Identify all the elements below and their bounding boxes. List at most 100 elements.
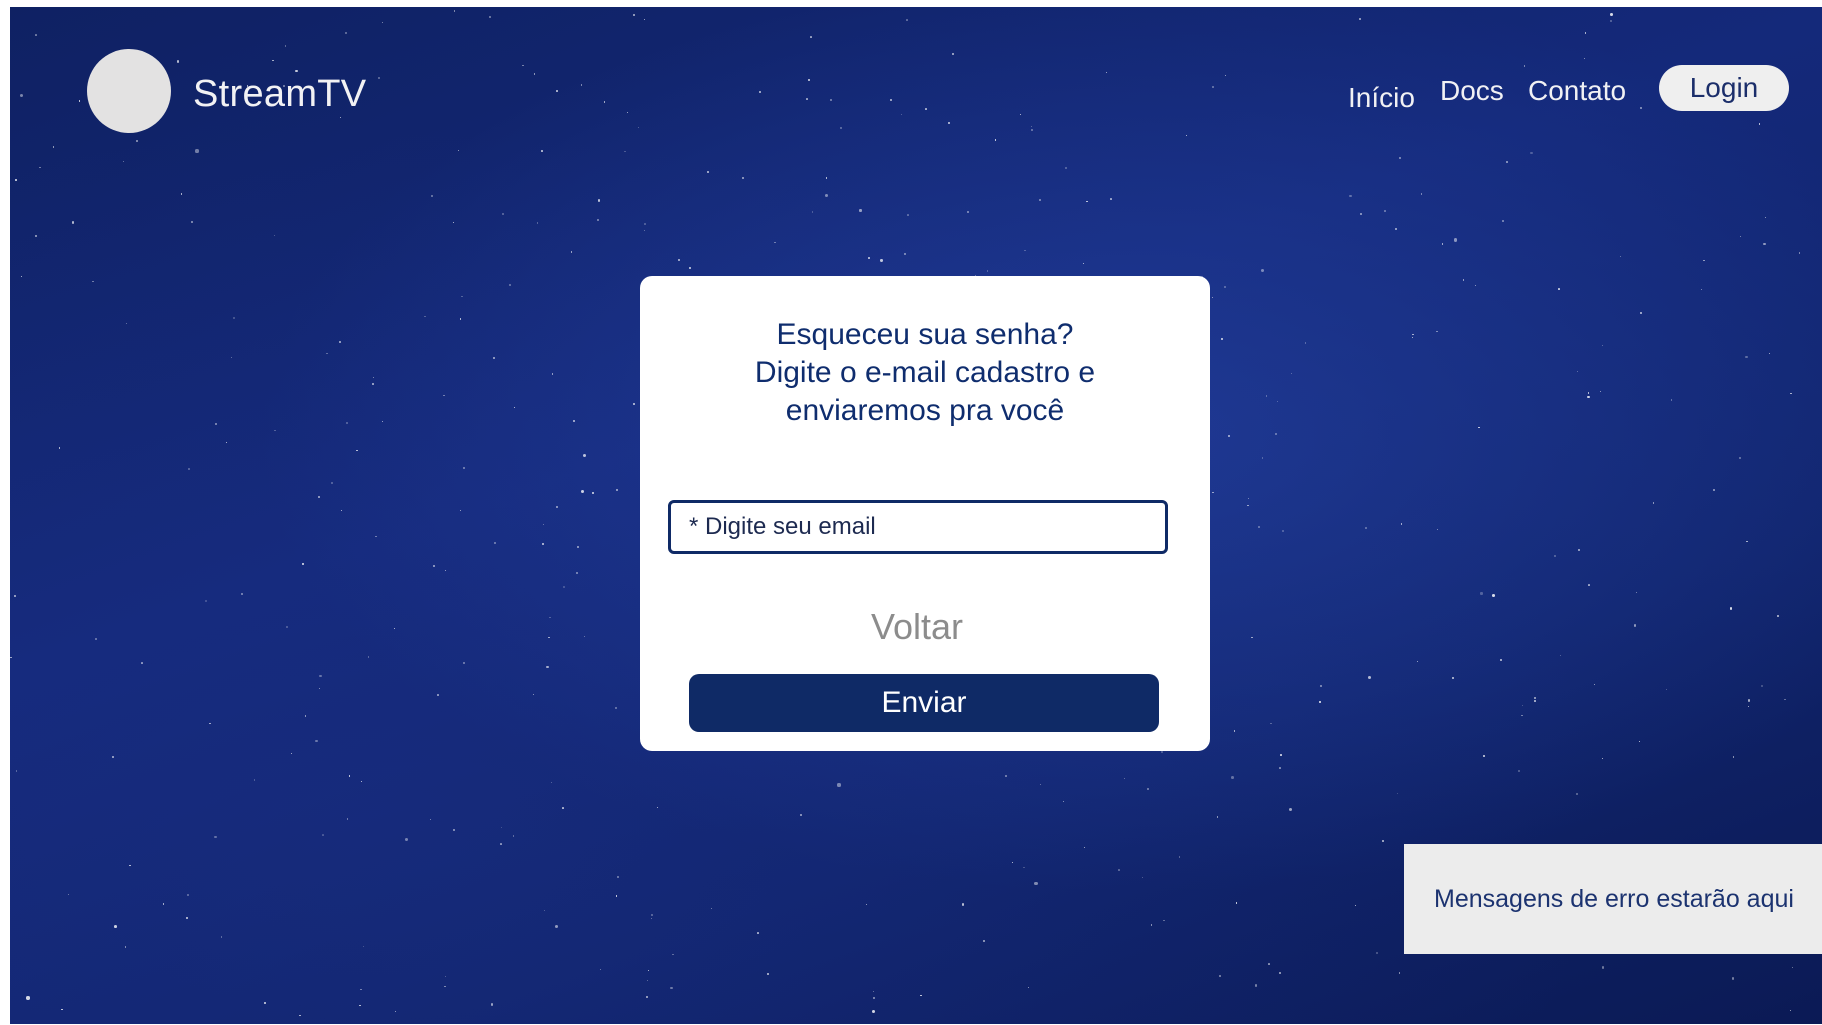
star	[214, 835, 218, 839]
star	[453, 221, 455, 223]
star	[646, 996, 649, 999]
star	[1602, 345, 1604, 347]
star	[1265, 395, 1268, 398]
star	[1398, 156, 1401, 159]
star	[92, 280, 94, 283]
star	[859, 209, 862, 212]
star	[1123, 777, 1126, 780]
star	[597, 199, 601, 202]
star	[689, 267, 692, 270]
star	[1412, 336, 1414, 339]
star	[920, 995, 922, 997]
star	[214, 423, 218, 426]
star	[1520, 714, 1523, 717]
star	[362, 946, 365, 948]
star	[225, 441, 228, 443]
star	[551, 373, 554, 375]
star	[494, 541, 497, 544]
heading-line-1: Esqueceu sua senha?	[776, 318, 1074, 351]
star	[1212, 86, 1214, 88]
star	[176, 60, 179, 63]
star	[580, 84, 583, 87]
star	[253, 779, 256, 782]
star	[983, 939, 986, 942]
star	[1500, 658, 1503, 661]
star	[562, 586, 565, 589]
star	[61, 1008, 63, 1010]
star	[1261, 269, 1265, 273]
star	[542, 523, 545, 526]
star	[626, 111, 629, 114]
star	[1533, 697, 1537, 700]
star	[1221, 338, 1223, 340]
star	[1761, 685, 1764, 688]
star	[759, 90, 762, 93]
star	[806, 98, 808, 100]
star	[1251, 637, 1253, 639]
star	[637, 126, 639, 128]
nav-link-inicio[interactable]: Início	[1348, 82, 1415, 114]
star	[1382, 840, 1384, 842]
star	[871, 1010, 875, 1014]
star	[1588, 583, 1591, 586]
star	[1401, 523, 1403, 525]
star	[501, 213, 504, 216]
star	[906, 19, 908, 21]
email-input[interactable]	[668, 500, 1168, 554]
star	[1040, 783, 1042, 786]
star	[95, 637, 97, 640]
star	[1744, 355, 1748, 359]
star	[872, 990, 875, 993]
star	[1474, 284, 1477, 287]
star	[302, 563, 304, 565]
star	[1702, 259, 1705, 262]
star	[580, 490, 584, 494]
back-link[interactable]: Voltar	[640, 606, 1194, 648]
login-button[interactable]: Login	[1659, 65, 1789, 111]
star	[986, 270, 989, 272]
star	[490, 1003, 493, 1006]
star	[1764, 216, 1767, 219]
logo-icon[interactable]	[87, 49, 171, 133]
star	[360, 988, 363, 991]
star	[617, 875, 620, 878]
star	[1480, 592, 1483, 595]
star	[1640, 107, 1643, 110]
star	[381, 21, 384, 24]
star	[264, 1002, 266, 1004]
nav-link-docs[interactable]: Docs	[1440, 75, 1504, 107]
star	[889, 98, 892, 102]
star	[1231, 775, 1235, 779]
star	[643, 229, 645, 231]
brand-name[interactable]: StreamTV	[193, 73, 366, 116]
star	[1290, 373, 1292, 375]
star	[14, 594, 17, 597]
star	[1320, 684, 1323, 687]
star	[394, 1010, 397, 1012]
star	[1398, 971, 1401, 974]
submit-button[interactable]: Enviar	[689, 674, 1159, 732]
star	[1713, 488, 1715, 491]
star	[866, 903, 868, 905]
star	[880, 259, 883, 262]
star	[1212, 492, 1214, 494]
star	[1599, 391, 1601, 393]
star	[359, 1004, 361, 1007]
star	[1554, 555, 1557, 558]
star	[554, 924, 558, 929]
star	[1533, 700, 1536, 703]
star	[58, 446, 61, 449]
page-background: StreamTV Início Docs Contato Login Esque…	[10, 7, 1822, 1024]
star	[180, 193, 183, 195]
star	[460, 295, 463, 298]
star	[1745, 540, 1748, 543]
star	[1670, 399, 1672, 401]
nav-link-contato[interactable]: Contato	[1528, 75, 1626, 107]
star	[1792, 967, 1794, 969]
star	[824, 193, 828, 198]
star	[315, 740, 318, 743]
star	[570, 250, 573, 253]
star	[113, 924, 117, 928]
star	[556, 90, 559, 92]
star	[15, 769, 18, 772]
